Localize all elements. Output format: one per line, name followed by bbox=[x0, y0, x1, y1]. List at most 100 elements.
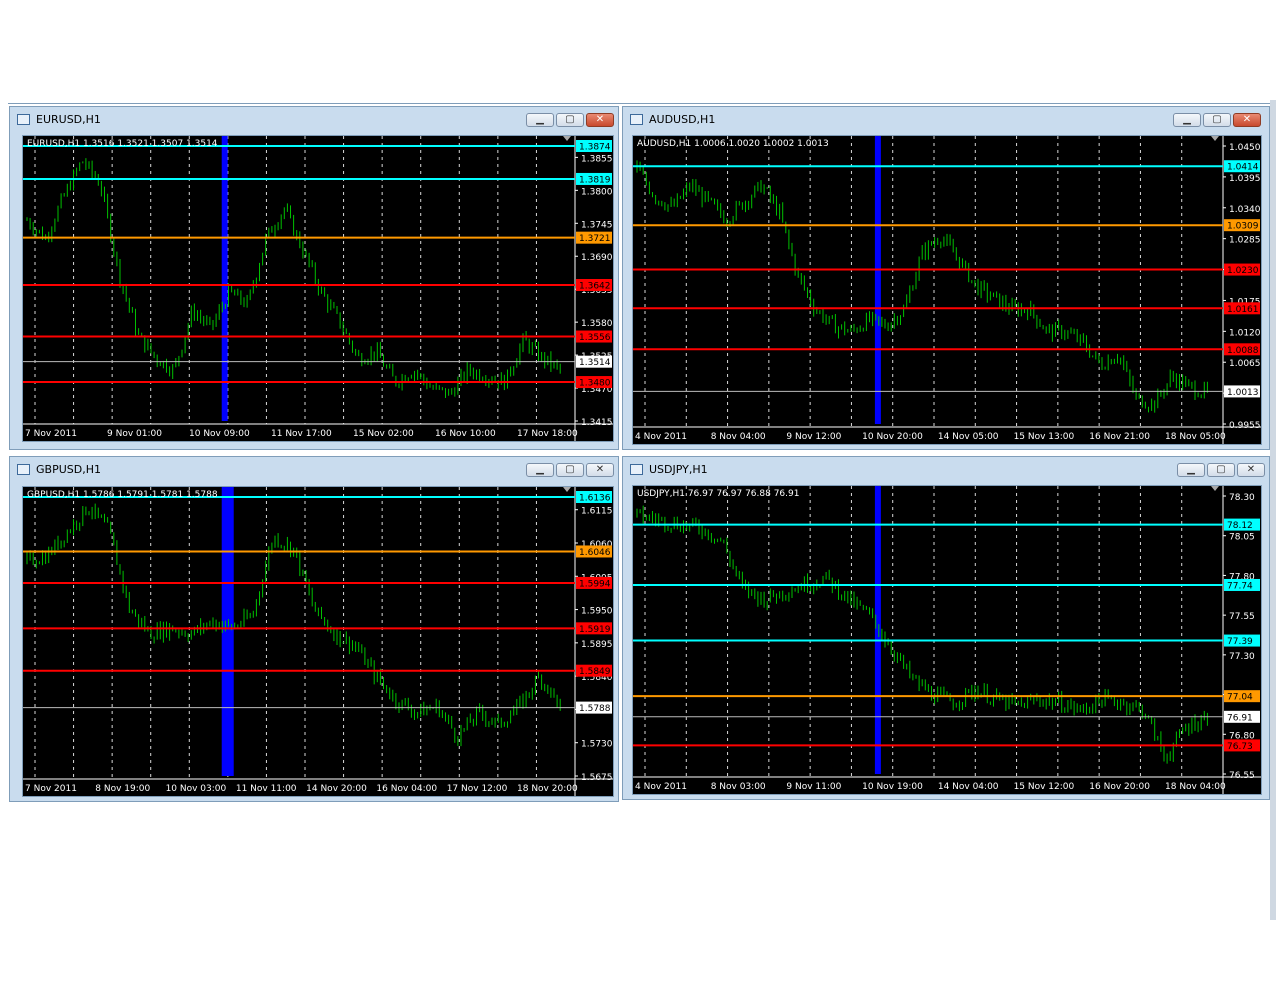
time-tick-label: 7 Nov 2011 bbox=[25, 429, 77, 439]
time-tick-label: 4 Nov 2011 bbox=[635, 782, 687, 792]
price-chart-svg: 78.3078.0577.8077.5577.3077.0576.8076.55… bbox=[633, 486, 1261, 794]
window-title: USDJPY,H1 bbox=[649, 463, 708, 476]
close-button[interactable]: ✕ bbox=[1233, 113, 1261, 127]
level-label: 1.0230 bbox=[1227, 266, 1259, 276]
price-chart[interactable]: 1.61151.60601.60051.59501.58951.58401.57… bbox=[22, 486, 614, 797]
price-chart[interactable]: 78.3078.0577.8077.5577.3077.0576.8076.55… bbox=[632, 485, 1262, 795]
maximize-button[interactable]: ▢ bbox=[556, 113, 584, 127]
chart-window-icon bbox=[17, 464, 30, 475]
time-tick-label: 9 Nov 12:00 bbox=[786, 432, 841, 442]
level-label: 1.0309 bbox=[1227, 222, 1259, 232]
window-titlebar[interactable]: GBPUSD,H1 ▁ ▢ ✕ bbox=[10, 457, 618, 483]
price-chart-svg: 1.61151.60601.60051.59501.58951.58401.57… bbox=[23, 487, 613, 796]
chart-window-audusd[interactable]: AUDUSD,H1 ▁ ▢ ✕ 1.0450 1.0395 1.0340 1.0285… bbox=[622, 106, 1270, 450]
close-button[interactable]: ✕ bbox=[586, 463, 614, 477]
time-tick-label: 8 Nov 04:00 bbox=[711, 432, 766, 442]
maximize-button[interactable]: ▢ bbox=[1207, 463, 1235, 477]
price-chart-svg: 1.04501.03951.03401.02851.02301.01751.01… bbox=[633, 136, 1261, 444]
chart-window-icon bbox=[630, 114, 643, 125]
price-tick-label: 1.3580 bbox=[581, 319, 613, 329]
time-tick-label: 10 Nov 03:00 bbox=[166, 784, 227, 794]
level-label: 1.0414 bbox=[1227, 163, 1259, 173]
workspace-top-border bbox=[8, 103, 1270, 104]
time-tick-label: 11 Nov 17:00 bbox=[271, 429, 332, 439]
price-chart[interactable]: 1.04501.03951.03401.02851.02301.01751.01… bbox=[632, 135, 1262, 445]
current-price-label: 76.91 bbox=[1227, 713, 1253, 723]
price-tick-label: 1.3690 bbox=[581, 253, 613, 263]
time-tick-label: 17 Nov 18:00 bbox=[517, 429, 578, 439]
level-label: 1.3721 bbox=[579, 234, 611, 244]
workspace-scrollbar[interactable] bbox=[1270, 100, 1276, 920]
time-tick-label: 10 Nov 20:00 bbox=[862, 432, 923, 442]
time-tick-label: 15 Nov 13:00 bbox=[1014, 432, 1075, 442]
price-tick-label: 1.5895 bbox=[581, 640, 613, 650]
chart-shift-marker bbox=[563, 136, 571, 141]
time-tick-label: 15 Nov 02:00 bbox=[353, 429, 414, 439]
price-tick-label: 1.5950 bbox=[581, 607, 613, 617]
time-tick-label: 14 Nov 20:00 bbox=[306, 784, 367, 794]
current-price-label: 1.3514 bbox=[579, 358, 611, 368]
minimize-button[interactable]: ▁ bbox=[526, 113, 554, 127]
level-label: 76.73 bbox=[1227, 742, 1253, 752]
chart-shift-marker bbox=[1211, 486, 1219, 491]
chart-info-text: EURUSD,H1 1.3516 1.3521 1.3507 1.3514 bbox=[27, 139, 218, 149]
minimize-button[interactable]: ▁ bbox=[1173, 113, 1201, 127]
time-tick-label: 14 Nov 05:00 bbox=[938, 432, 999, 442]
price-tick-label: 1.0065 bbox=[1229, 359, 1261, 369]
time-tick-label: 8 Nov 19:00 bbox=[95, 784, 150, 794]
window-titlebar[interactable]: EURUSD,H1 ▁ ▢ ✕ bbox=[10, 107, 618, 133]
maximize-button[interactable]: ▢ bbox=[1203, 113, 1231, 127]
price-tick-label: 1.0340 bbox=[1229, 205, 1261, 215]
price-tick-label: 1.0450 bbox=[1229, 143, 1261, 153]
time-tick-label: 9 Nov 01:00 bbox=[107, 429, 162, 439]
time-tick-label: 18 Nov 04:00 bbox=[1165, 782, 1226, 792]
minimize-button[interactable]: ▁ bbox=[526, 463, 554, 477]
price-tick-label: 1.3855 bbox=[581, 154, 613, 164]
minimize-button[interactable]: ▁ bbox=[1177, 463, 1205, 477]
chart-window-gbpusd[interactable]: GBPUSD,H1 ▁ ▢ ✕ 1.61151.60601.60051.5950… bbox=[9, 456, 619, 802]
time-tick-label: 16 Nov 04:00 bbox=[376, 784, 437, 794]
level-label: 78.12 bbox=[1227, 521, 1253, 531]
chart-window-icon bbox=[17, 114, 30, 125]
chart-window-eurusd[interactable]: EURUSD,H1 ▁ ▢ ✕ 1.3855 1.3800 1.3745 1.3690… bbox=[9, 106, 619, 450]
level-label: 1.6136 bbox=[579, 494, 611, 504]
time-tick-label: 15 Nov 12:00 bbox=[1014, 782, 1075, 792]
current-price-label: 1.5788 bbox=[579, 704, 611, 714]
level-label: 1.5919 bbox=[579, 625, 611, 635]
price-tick-label: 1.0285 bbox=[1229, 236, 1261, 246]
window-title: GBPUSD,H1 bbox=[36, 463, 101, 476]
price-tick-label: 1.5675 bbox=[581, 773, 613, 783]
price-tick-label: 1.3745 bbox=[581, 220, 613, 230]
close-button[interactable]: ✕ bbox=[1237, 463, 1265, 477]
price-tick-label: 1.6115 bbox=[581, 507, 613, 517]
window-title: AUDUSD,H1 bbox=[649, 113, 716, 126]
level-label: 1.3642 bbox=[579, 281, 611, 291]
window-titlebar[interactable]: AUDUSD,H1 ▁ ▢ ✕ bbox=[623, 107, 1269, 133]
price-tick-label: 78.05 bbox=[1229, 533, 1255, 543]
level-label: 1.3480 bbox=[579, 379, 611, 389]
close-button[interactable]: ✕ bbox=[586, 113, 614, 127]
price-chart-svg: 1.38551.38001.37451.36901.36351.35801.35… bbox=[23, 136, 613, 441]
level-label: 1.5994 bbox=[579, 579, 611, 589]
price-tick-label: 78.30 bbox=[1229, 493, 1255, 503]
time-tick-label: 16 Nov 10:00 bbox=[435, 429, 496, 439]
time-tick-label: 17 Nov 12:00 bbox=[447, 784, 508, 794]
time-tick-label: 16 Nov 21:00 bbox=[1089, 432, 1150, 442]
time-tick-label: 10 Nov 09:00 bbox=[189, 429, 250, 439]
time-tick-label: 14 Nov 04:00 bbox=[938, 782, 999, 792]
level-label: 1.0088 bbox=[1227, 346, 1259, 356]
chart-info-text: GBPUSD,H1 1.5786 1.5791 1.5781 1.5788 bbox=[27, 490, 218, 500]
price-chart[interactable]: 1.38551.38001.37451.36901.36351.35801.35… bbox=[22, 135, 614, 442]
level-label: 1.3874 bbox=[579, 143, 611, 153]
maximize-button[interactable]: ▢ bbox=[556, 463, 584, 477]
price-tick-label: 76.55 bbox=[1229, 771, 1255, 781]
level-label: 1.3556 bbox=[579, 333, 611, 343]
chart-window-usdjpy[interactable]: USDJPY,H1 ▁ ▢ ✕ 78.30 78.05 77.80 77.55 77.3… bbox=[622, 456, 1270, 800]
chart-info-text: USDJPY,H1 76.97 76.97 76.88 76.91 bbox=[637, 489, 799, 499]
level-label: 77.04 bbox=[1227, 693, 1253, 703]
price-tick-label: 0.9955 bbox=[1229, 421, 1261, 431]
price-tick-label: 1.0395 bbox=[1229, 174, 1261, 184]
time-tick-label: 8 Nov 03:00 bbox=[711, 782, 766, 792]
price-tick-label: 77.30 bbox=[1229, 652, 1255, 662]
window-titlebar[interactable]: USDJPY,H1 ▁ ▢ ✕ bbox=[623, 457, 1269, 483]
